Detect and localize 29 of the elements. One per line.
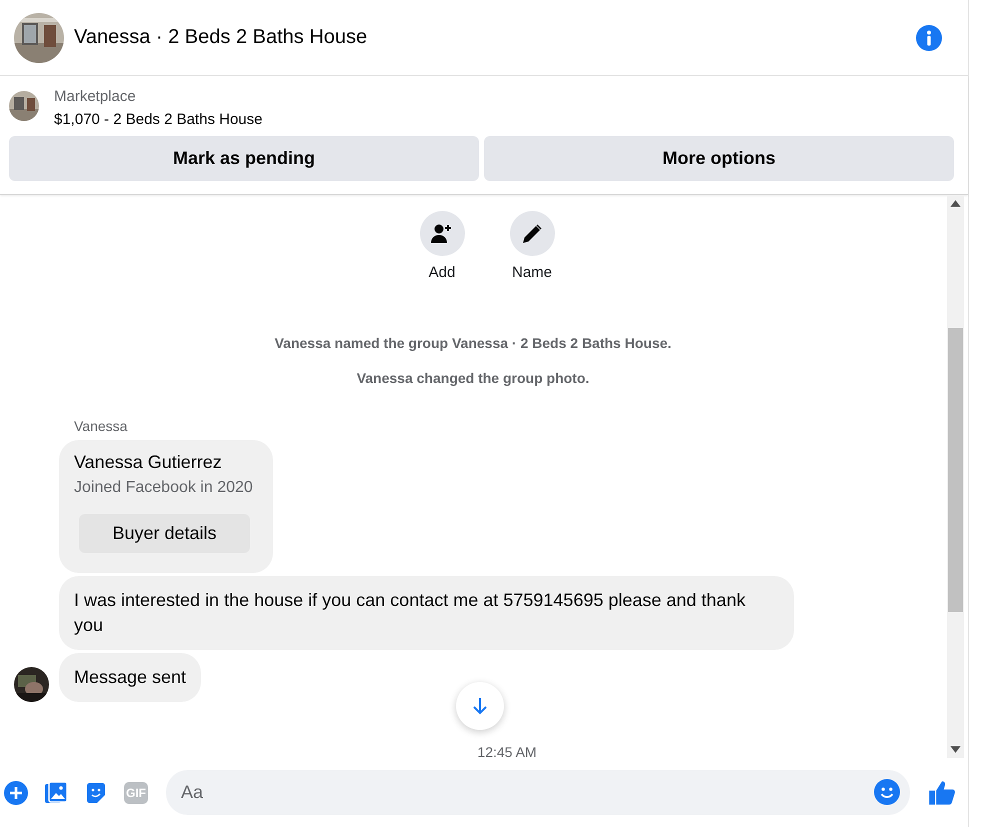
photo-icon[interactable] xyxy=(44,780,68,804)
action-label: Name xyxy=(512,264,552,281)
message-bubble: Message sent xyxy=(59,653,202,702)
buyer-details-button[interactable]: Buyer details xyxy=(79,514,250,553)
add-person-button[interactable] xyxy=(420,211,464,256)
emoji-icon[interactable] xyxy=(874,779,900,805)
plus-icon[interactable] xyxy=(4,780,28,804)
more-options-button[interactable]: More options xyxy=(484,136,954,181)
system-message: Vanessa changed the group photo. xyxy=(356,370,590,386)
timestamp: 12:45 AM xyxy=(477,744,537,758)
pencil-icon xyxy=(520,222,544,246)
sender-name: Vanessa xyxy=(74,418,128,434)
system-message: Vanessa named the group Vanessa · 2 Beds 2 Baths House. xyxy=(274,335,672,351)
scrollbar[interactable] xyxy=(947,195,964,758)
message-field[interactable]: Aa xyxy=(166,770,910,815)
edit-name-button[interactable] xyxy=(510,211,554,256)
message-bubble: I was interested in the house if you can contact me at 5759145695 please and thank you xyxy=(59,576,794,650)
joined-text: Joined Facebook in 2020 xyxy=(74,479,253,497)
sticker-icon[interactable] xyxy=(84,780,108,804)
action-label: Add xyxy=(428,264,456,281)
buyer-name: Vanessa Gutierrez xyxy=(74,452,223,473)
thumbs-up-icon[interactable] xyxy=(928,778,956,806)
info-icon[interactable] xyxy=(916,24,942,50)
scroll-down-button[interactable] xyxy=(456,682,504,730)
conversation-title: Vanessa · 2 Beds 2 Baths House xyxy=(74,26,368,49)
listing-source: Marketplace xyxy=(54,88,137,105)
add-person-icon xyxy=(430,222,454,246)
mark-pending-button[interactable]: Mark as pending xyxy=(9,136,479,181)
listing-title: $1,070 - 2 Beds 2 Baths House xyxy=(54,111,262,128)
